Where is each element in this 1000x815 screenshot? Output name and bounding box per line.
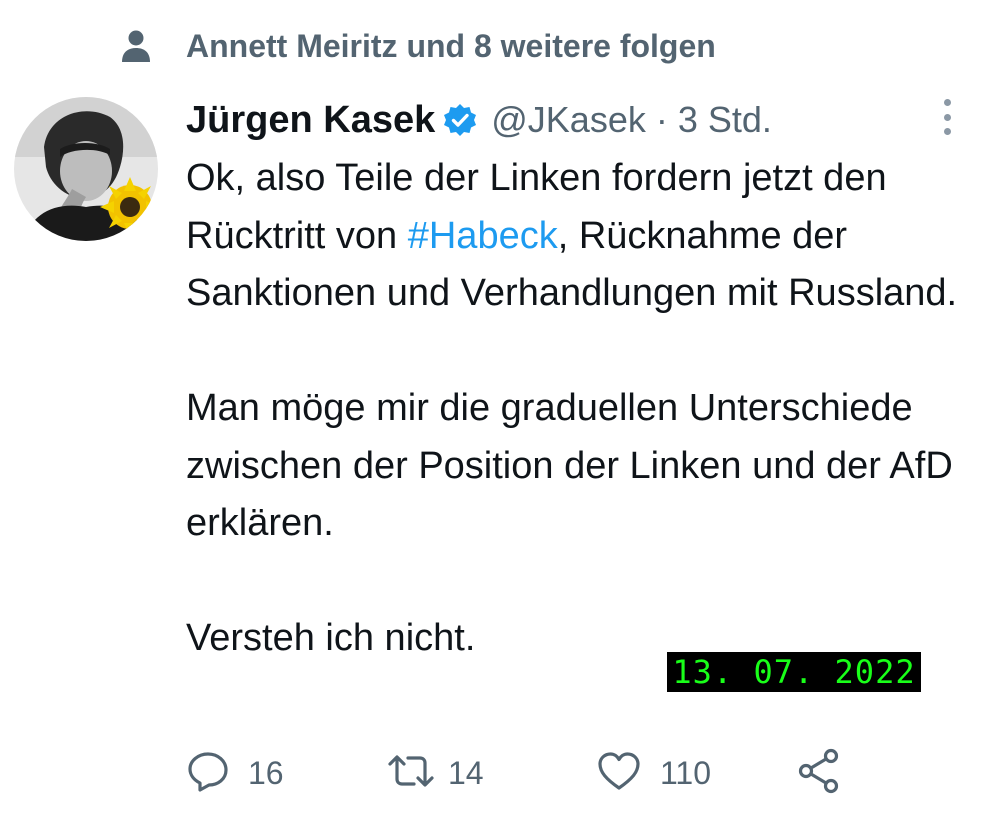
reply-button[interactable]: 16 xyxy=(186,748,284,798)
like-count: 110 xyxy=(660,754,712,791)
like-button[interactable]: 110 xyxy=(596,748,711,798)
person-icon xyxy=(118,26,154,66)
tweet-text: Ok, also Teile der Linken fordern jetzt … xyxy=(186,150,976,668)
avatar[interactable] xyxy=(14,97,158,241)
reply-icon xyxy=(186,749,230,798)
reply-count: 16 xyxy=(248,754,284,791)
tweet-header: Jürgen Kasek @JKasek · 3 Std. xyxy=(186,95,960,145)
date-stamp: 13. 07. 2022 xyxy=(667,652,921,692)
share-button[interactable] xyxy=(796,748,842,798)
more-options-icon[interactable] xyxy=(930,97,964,137)
share-icon xyxy=(796,748,842,799)
verified-badge-icon xyxy=(443,103,477,137)
retweet-button[interactable]: 14 xyxy=(386,748,484,798)
hashtag-link[interactable]: #Habeck xyxy=(408,215,558,257)
author-handle[interactable]: @JKasek xyxy=(491,99,646,141)
heart-icon xyxy=(596,749,642,798)
action-bar: 16 14 110 xyxy=(186,748,866,798)
author-name[interactable]: Jürgen Kasek xyxy=(186,99,435,142)
tweet-paragraph-2: Man möge mir die graduellen Unterschiede… xyxy=(186,387,953,544)
tweet-timestamp[interactable]: 3 Std. xyxy=(678,99,772,141)
header-separator: · xyxy=(655,99,668,140)
retweet-count: 14 xyxy=(448,754,484,791)
retweet-icon xyxy=(386,749,436,798)
tweet-paragraph-1: Ok, also Teile der Linken fordern jetzt … xyxy=(186,150,976,323)
avatar-image xyxy=(14,97,158,241)
social-context[interactable]: Annett Meiritz und 8 weitere folgen xyxy=(118,22,716,70)
social-context-text: Annett Meiritz und 8 weitere folgen xyxy=(186,27,716,64)
